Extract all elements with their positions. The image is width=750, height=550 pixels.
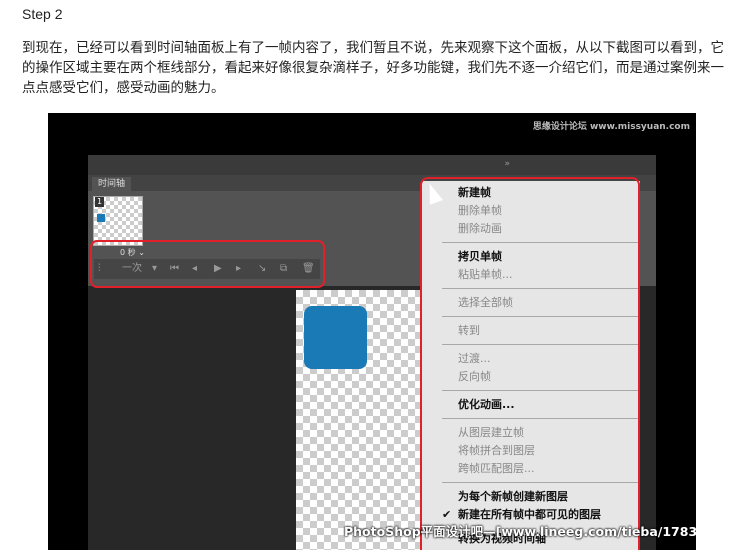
frame-number: 1 <box>95 197 105 207</box>
watermark-bottom: PhotoShop平面设计吧—[www.lineeg.com/tieba/178… <box>344 524 696 539</box>
menu-highlight-box <box>420 177 640 550</box>
frame-shape-preview <box>97 214 105 222</box>
watermark-top: 思缘设计论坛 www.missyuan.com <box>532 122 690 132</box>
collapse-icon[interactable]: » <box>504 159 510 169</box>
controls-highlight-box <box>90 240 325 288</box>
blue-rounded-square <box>304 306 367 369</box>
frame-thumbnail[interactable]: 1 <box>93 196 143 246</box>
tab-timeline[interactable]: 时间轴 <box>92 177 132 191</box>
step-heading: Step 2 <box>22 6 63 22</box>
photoshop-screenshot: 思缘设计论坛 www.missyuan.com » 时间轴 1 0 秒 ⌄ ⫶ … <box>48 113 696 550</box>
intro-paragraph: 到现在，已经可以看到时间轴面板上有了一帧内容了，我们暂且不说，先来观察下这个面板… <box>22 40 724 96</box>
panel-topbar: » <box>88 155 656 175</box>
